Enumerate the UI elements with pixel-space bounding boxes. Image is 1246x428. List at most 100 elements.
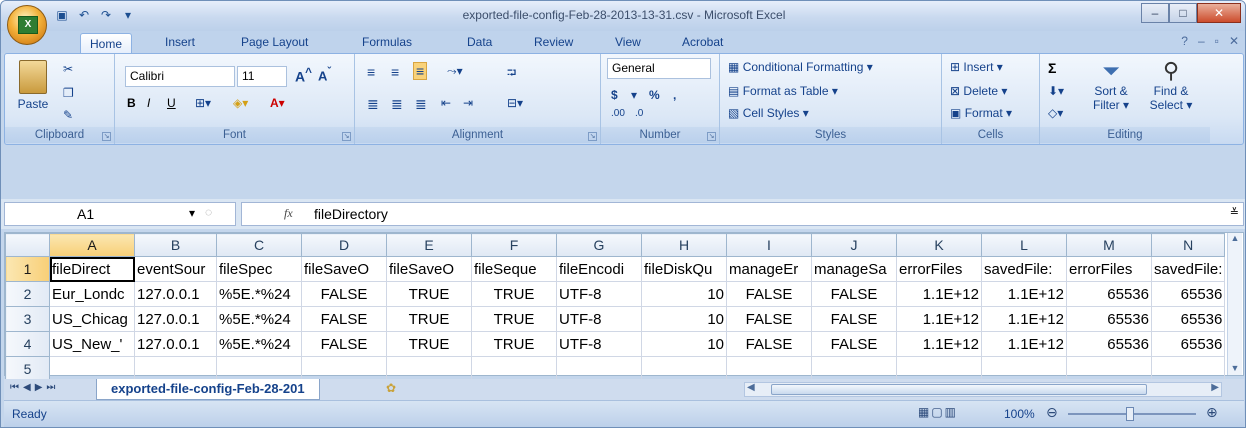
scroll-up-icon[interactable]: ▲ xyxy=(1228,233,1242,243)
cell-g4[interactable]: UTF-8 xyxy=(556,331,642,357)
help-icon[interactable]: ? xyxy=(1181,34,1188,48)
cell-f5[interactable] xyxy=(471,356,557,382)
column-header-g[interactable]: G xyxy=(556,233,642,257)
italic-button[interactable]: I xyxy=(147,96,150,110)
currency-dropdown-icon[interactable]: ▾ xyxy=(631,88,637,102)
row-header[interactable]: 5 xyxy=(5,356,50,382)
column-header-d[interactable]: D xyxy=(301,233,387,257)
cell-d4[interactable]: FALSE xyxy=(301,331,387,357)
format-cells-button[interactable]: ▣ Format ▾ xyxy=(950,106,1012,120)
fill-color-icon[interactable]: ◈▾ xyxy=(233,96,248,110)
cell-d5[interactable] xyxy=(301,356,387,382)
cell-b2[interactable]: 127.0.0.1 xyxy=(134,281,217,307)
cell-c5[interactable] xyxy=(216,356,302,382)
column-header-e[interactable]: E xyxy=(386,233,472,257)
cell-c4[interactable]: %5E.*%24 xyxy=(216,331,302,357)
name-box-dropdown-icon[interactable]: ▾ xyxy=(189,206,195,220)
ribbon-minimize-icon[interactable]: – xyxy=(1198,34,1205,48)
cell-e5[interactable] xyxy=(386,356,472,382)
number-format-select[interactable]: General xyxy=(607,58,711,79)
cell-m5[interactable] xyxy=(1066,356,1152,382)
font-color-icon[interactable]: A▾ xyxy=(270,96,285,110)
close-button[interactable]: ✕ xyxy=(1197,3,1241,23)
cell-b4[interactable]: 127.0.0.1 xyxy=(134,331,217,357)
cell-c1[interactable]: fileSpec xyxy=(216,256,302,282)
merge-center-icon[interactable]: ⊟▾ xyxy=(507,96,523,110)
cell-i5[interactable] xyxy=(726,356,812,382)
cell-g1[interactable]: fileEncodi xyxy=(556,256,642,282)
cell-b5[interactable] xyxy=(134,356,217,382)
row-header[interactable]: 1 xyxy=(5,256,50,282)
cell-a3[interactable]: US_Chicag xyxy=(49,306,135,332)
cell-n4[interactable]: 65536 xyxy=(1150,331,1226,357)
cell-styles-button[interactable]: ▧ Cell Styles ▾ xyxy=(728,106,809,120)
select-all-corner[interactable] xyxy=(5,233,50,257)
bold-button[interactable]: B xyxy=(127,96,136,110)
cell-n2[interactable]: 65536 xyxy=(1150,281,1226,307)
cell-l3[interactable]: 1.1E+12 xyxy=(981,306,1067,332)
cell-l5[interactable] xyxy=(981,356,1067,382)
ribbon-close-icon[interactable]: ✕ xyxy=(1229,34,1239,48)
cell-i3[interactable]: FALSE xyxy=(726,306,812,332)
zoom-slider-thumb[interactable] xyxy=(1126,407,1134,421)
cell-f1[interactable]: fileSeque xyxy=(471,256,557,282)
paste-button[interactable]: Paste xyxy=(15,60,51,111)
office-button[interactable]: X xyxy=(7,5,47,45)
cell-h4[interactable]: 10 xyxy=(641,331,727,357)
font-launcher-icon[interactable]: ↘ xyxy=(342,132,351,141)
zoom-level[interactable]: 100% xyxy=(1004,407,1035,421)
comma-button[interactable]: , xyxy=(673,88,676,102)
font-name-select[interactable]: Calibri xyxy=(125,66,235,87)
conditional-formatting-button[interactable]: ▦ Conditional Formatting ▾ xyxy=(728,60,873,74)
maximize-button[interactable]: □ xyxy=(1169,3,1197,23)
cell-g3[interactable]: UTF-8 xyxy=(556,306,642,332)
sheet-nav-icons[interactable]: ⏮◀▶⏭ xyxy=(10,382,59,393)
cell-k1[interactable]: errorFiles xyxy=(896,256,982,282)
zoom-slider[interactable] xyxy=(1068,407,1196,421)
align-right-icon[interactable]: ≣ xyxy=(415,96,427,113)
cell-k3[interactable]: 1.1E+12 xyxy=(896,306,982,332)
cell-e3[interactable]: TRUE xyxy=(386,306,472,332)
cell-d1[interactable]: fileSaveO xyxy=(301,256,387,282)
cell-a2[interactable]: Eur_Londc xyxy=(49,281,135,307)
decrease-indent-icon[interactable]: ⇤ xyxy=(441,96,451,110)
formula-input[interactable]: fileDirectory xyxy=(314,206,388,222)
find-select-button[interactable]: ⚲ Find & Select ▾ xyxy=(1142,58,1200,112)
cell-h2[interactable]: 10 xyxy=(641,281,727,307)
cell-n1[interactable]: savedFile: xyxy=(1150,256,1226,282)
horizontal-scrollbar[interactable]: ◀ ▶ xyxy=(744,382,1222,397)
expand-formula-icon[interactable]: ≚ xyxy=(1230,206,1239,219)
increase-decimal-button[interactable]: .00 xyxy=(611,108,625,119)
format-as-table-button[interactable]: ▤ Format as Table ▾ xyxy=(728,84,838,98)
zoom-in-icon[interactable]: ⊕ xyxy=(1206,404,1218,421)
align-bottom-icon[interactable]: ≡ xyxy=(413,62,428,80)
alignment-launcher-icon[interactable]: ↘ xyxy=(588,132,597,141)
column-header-b[interactable]: B xyxy=(134,233,217,257)
align-middle-icon[interactable]: ≡ xyxy=(391,64,399,80)
cell-n5[interactable] xyxy=(1150,356,1226,382)
column-header-n[interactable]: N xyxy=(1150,233,1226,257)
column-header-j[interactable]: J xyxy=(811,233,897,257)
cell-l4[interactable]: 1.1E+12 xyxy=(981,331,1067,357)
cell-a4[interactable]: US_New_' xyxy=(49,331,135,357)
scroll-right-icon[interactable]: ▶ xyxy=(1211,382,1219,393)
tab-review[interactable]: Review xyxy=(534,35,573,49)
h-scroll-thumb[interactable] xyxy=(771,384,1147,395)
cell-f4[interactable]: TRUE xyxy=(471,331,557,357)
cell-e1[interactable]: fileSaveO xyxy=(386,256,472,282)
cell-m4[interactable]: 65536 xyxy=(1066,331,1152,357)
row-header[interactable]: 3 xyxy=(5,306,50,332)
insert-sheet-icon[interactable]: ✿ xyxy=(386,381,396,395)
cell-j3[interactable]: FALSE xyxy=(811,306,897,332)
column-header-c[interactable]: C xyxy=(216,233,302,257)
align-left-icon[interactable]: ≣ xyxy=(367,96,379,113)
sheet-tab-active[interactable]: exported-file-config-Feb-28-201 xyxy=(96,379,320,400)
number-launcher-icon[interactable]: ↘ xyxy=(707,132,716,141)
column-header-f[interactable]: F xyxy=(471,233,557,257)
font-size-select[interactable]: 11 xyxy=(237,66,287,87)
cell-c2[interactable]: %5E.*%24 xyxy=(216,281,302,307)
column-header-m[interactable]: M xyxy=(1066,233,1152,257)
formula-cancel-icon[interactable]: ◌ xyxy=(205,205,212,219)
tab-home[interactable]: Home xyxy=(80,33,133,54)
cell-f3[interactable]: TRUE xyxy=(471,306,557,332)
